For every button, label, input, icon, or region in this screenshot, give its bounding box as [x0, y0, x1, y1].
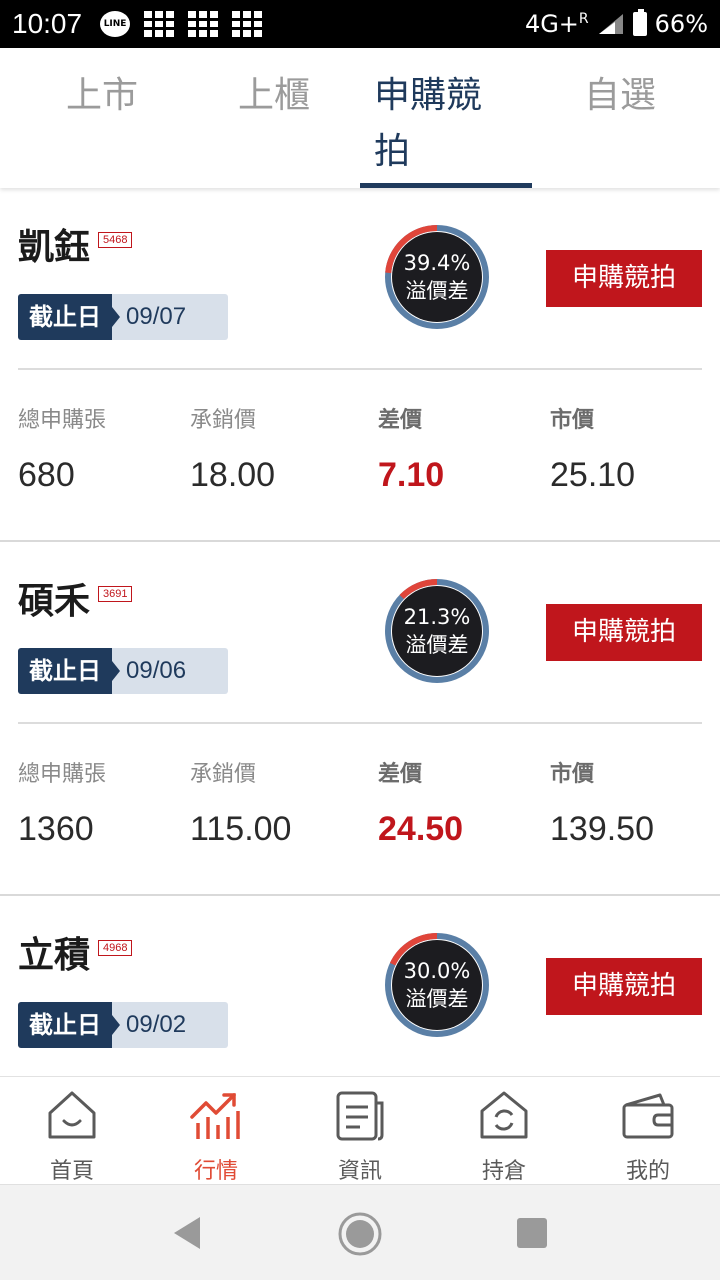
stock-name: 碩禾	[18, 581, 91, 622]
home-circle-icon[interactable]	[337, 1211, 383, 1257]
premium-ring-text: 21.3% 溢價差	[384, 578, 490, 684]
deadline-label: 截止日	[18, 648, 112, 694]
bottom-nav: 首頁 行情 資訊 持倉 我的	[0, 1076, 720, 1184]
deadline-date: 09/07	[126, 303, 187, 330]
spread-label: 差價	[378, 762, 423, 787]
nav-me[interactable]: 我的	[576, 1077, 720, 1185]
grid-icon	[232, 11, 263, 37]
signal-icon	[598, 14, 623, 34]
ipo-card[interactable]: 立積 4968 截止日 09/02 30.0% 溢價差 申購競拍	[0, 896, 720, 1076]
nav-holdings-label: 持倉	[481, 1159, 526, 1184]
spread-value: 7.10	[378, 456, 445, 494]
deadline-label: 截止日	[18, 294, 112, 340]
market-label: 市價	[550, 762, 595, 787]
ipo-card[interactable]: 碩禾 3691 截止日 09/06 21.3% 溢價差 申購競拍 總申購張 承銷…	[0, 542, 720, 896]
bid-button[interactable]: 申購競拍	[546, 250, 702, 307]
stock-code-badge: 4968	[98, 940, 133, 956]
system-nav-bar	[0, 1184, 720, 1280]
deadline-tag: 截止日 09/06	[18, 648, 228, 694]
recents-icon[interactable]	[516, 1217, 548, 1249]
deadline-tag: 截止日 09/02	[18, 1002, 228, 1048]
spread-value: 24.50	[378, 810, 464, 848]
market-tabs: 上市 上櫃 申購競拍 自選	[0, 48, 720, 188]
premium-percent: 30.0%	[403, 959, 471, 983]
total-label: 總申購張	[18, 408, 107, 433]
tab-otc[interactable]: 上櫃	[202, 48, 346, 188]
stock-name: 立積	[18, 935, 91, 976]
total-label: 總申購張	[18, 762, 107, 787]
deadline-tag: 截止日 09/07	[18, 294, 228, 340]
stock-code-badge: 3691	[98, 586, 133, 602]
premium-percent: 21.3%	[403, 605, 471, 629]
stock-code-badge: 5468	[98, 232, 133, 248]
underwriting-value: 18.00	[190, 456, 276, 494]
ipo-card[interactable]: 凱鈺 5468 截止日 09/07 39.4% 溢價差 申購競拍 總申購張 承銷…	[0, 188, 720, 542]
nav-home[interactable]: 首頁	[0, 1077, 144, 1185]
nav-market-label: 行情	[193, 1159, 238, 1184]
grid-icon	[188, 11, 219, 37]
holdings-icon	[480, 1091, 528, 1139]
chart-icon	[190, 1093, 240, 1139]
premium-label: 溢價差	[405, 987, 469, 1011]
deadline-arrow-icon	[112, 661, 120, 681]
back-icon[interactable]	[170, 1215, 204, 1251]
wallet-icon	[622, 1093, 674, 1139]
deadline-arrow-icon	[112, 307, 120, 327]
nav-market[interactable]: 行情	[144, 1077, 288, 1185]
premium-ring-text: 30.0% 溢價差	[384, 932, 490, 1038]
spread-label: 差價	[378, 408, 423, 433]
news-icon	[336, 1091, 384, 1141]
premium-ring-text: 39.4% 溢價差	[384, 224, 490, 330]
battery-icon	[632, 9, 647, 36]
nav-holdings[interactable]: 持倉	[432, 1077, 576, 1185]
active-tab-indicator	[360, 183, 532, 188]
nav-home-label: 首頁	[49, 1159, 94, 1184]
grid-icon	[144, 11, 175, 37]
premium-label: 溢價差	[405, 279, 469, 303]
bid-button[interactable]: 申購競拍	[546, 604, 702, 661]
underwriting-value: 115.00	[190, 810, 292, 848]
deadline-date: 09/02	[126, 1011, 187, 1038]
status-bar: 10:07 LINE 4G+R 66%	[0, 0, 720, 48]
total-value: 680	[18, 456, 75, 494]
market-value: 139.50	[550, 810, 654, 848]
underwriting-label: 承銷價	[190, 408, 257, 433]
status-time: 10:07	[12, 8, 83, 39]
deadline-date: 09/06	[126, 657, 187, 684]
divider	[18, 368, 702, 370]
ipo-list: 凱鈺 5468 截止日 09/07 39.4% 溢價差 申購競拍 總申購張 承銷…	[0, 188, 720, 1076]
stock-name: 凱鈺	[18, 227, 91, 268]
bid-button[interactable]: 申購競拍	[546, 958, 702, 1015]
tab-ipo-auction[interactable]: 申購競拍	[360, 48, 532, 188]
home-icon	[48, 1091, 96, 1139]
line-app-icon: LINE	[100, 11, 131, 37]
market-value: 25.10	[550, 456, 636, 494]
battery-percent: 66%	[654, 10, 708, 38]
deadline-arrow-icon	[112, 1015, 120, 1035]
premium-label: 溢價差	[405, 633, 469, 657]
network-type: 4G+R	[524, 10, 589, 38]
tab-watchlist[interactable]: 自選	[548, 48, 692, 188]
divider	[18, 722, 702, 724]
deadline-label: 截止日	[18, 1002, 112, 1048]
tab-listed[interactable]: 上市	[30, 48, 174, 188]
market-label: 市價	[550, 408, 595, 433]
nav-news[interactable]: 資訊	[288, 1077, 432, 1185]
underwriting-label: 承銷價	[190, 762, 257, 787]
nav-me-label: 我的	[625, 1159, 670, 1184]
total-value: 1360	[18, 810, 94, 848]
premium-percent: 39.4%	[403, 251, 471, 275]
nav-news-label: 資訊	[337, 1159, 382, 1184]
